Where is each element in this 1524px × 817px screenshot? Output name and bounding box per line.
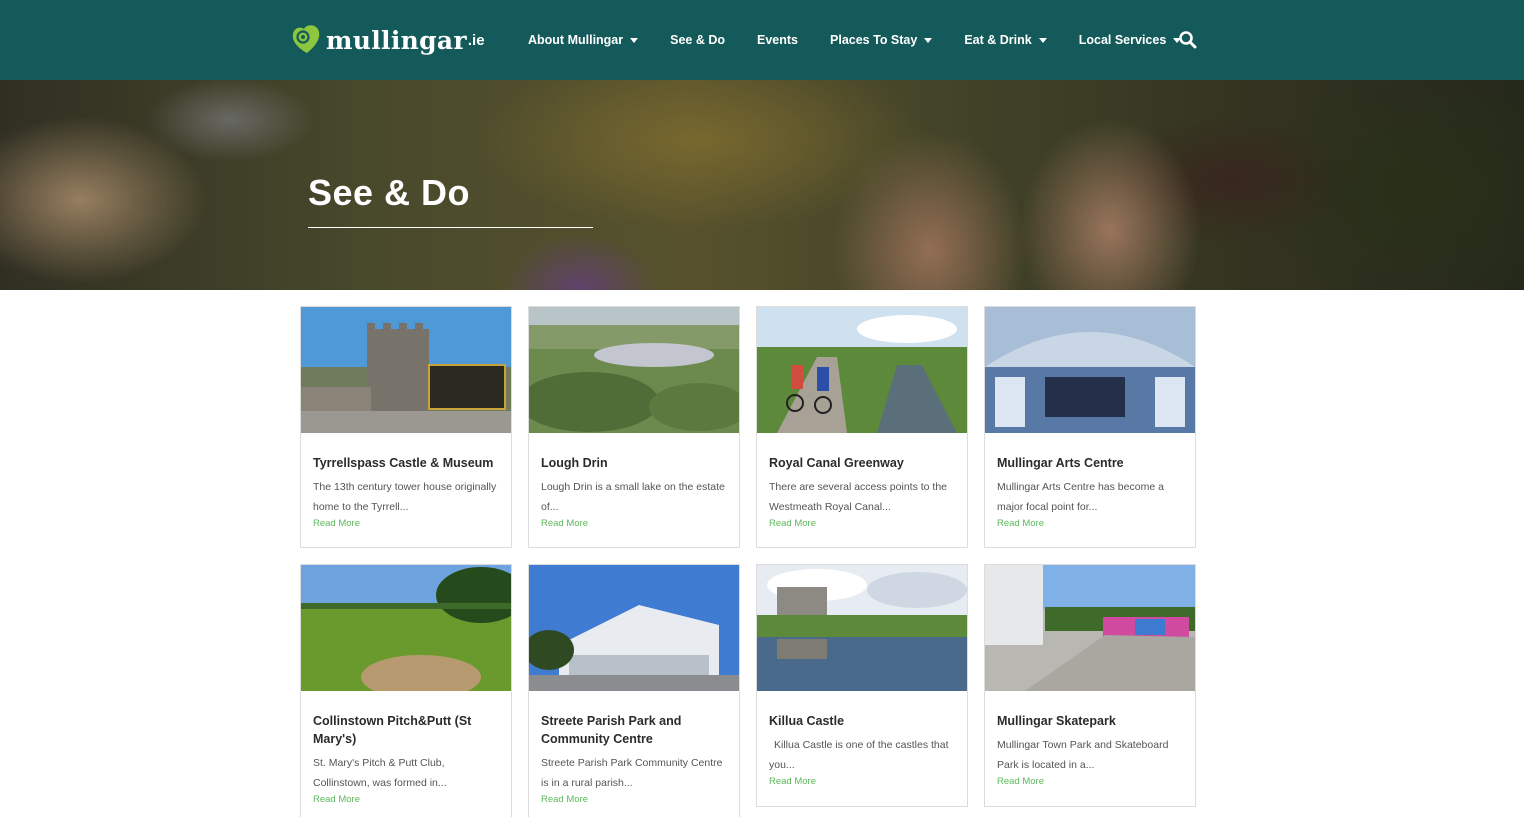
card-image-killua-castle[interactable] (757, 565, 967, 691)
card-title[interactable]: Killua Castle (769, 712, 955, 730)
nav-item-eat-and-drink[interactable]: Eat & Drink (964, 33, 1047, 47)
card-description: Streete Parish Park Community Centre is … (541, 757, 723, 789)
nav-item-places-to-stay[interactable]: Places To Stay (830, 33, 933, 47)
arts-centre-photo (985, 307, 1195, 433)
card-image-pitch-putt[interactable] (301, 565, 511, 691)
card-description: Killua Castle is one of the castles that… (769, 739, 949, 771)
title-underline (308, 227, 593, 228)
card-image-skatepark[interactable] (985, 565, 1195, 691)
caret-down-icon (924, 37, 933, 43)
read-more-link[interactable]: Read More (769, 776, 955, 787)
read-more-link[interactable]: Read More (313, 794, 499, 805)
attraction-card-royal-canal[interactable]: Royal Canal Greenway There are several a… (756, 306, 968, 548)
card-description: The 13th century tower house originally … (313, 481, 497, 513)
pitch-putt-photo (301, 565, 511, 691)
community-centre-photo (529, 565, 739, 691)
search-icon[interactable] (1178, 30, 1198, 50)
card-image-greenway[interactable] (757, 307, 967, 433)
read-more-link[interactable]: Read More (541, 794, 727, 805)
card-description: Lough Drin is a small lake on the estate… (541, 481, 725, 513)
read-more-link[interactable]: Read More (997, 518, 1183, 529)
card-title[interactable]: Lough Drin (541, 454, 727, 472)
logo-text: mullingar (326, 25, 467, 55)
nav-item-see-and-do[interactable]: See & Do (670, 33, 725, 47)
attraction-card-arts-centre[interactable]: Mullingar Arts Centre Mullingar Arts Cen… (984, 306, 1196, 548)
nav-item-label: See & Do (670, 33, 726, 47)
nav-item-local-services[interactable]: Local Services (1079, 33, 1182, 47)
card-image-community-centre[interactable] (529, 565, 739, 691)
caret-down-icon (630, 37, 639, 43)
read-more-link[interactable]: Read More (541, 518, 727, 529)
logo-tld: .ie (467, 31, 485, 49)
attraction-card-streete[interactable]: Streete Parish Park and Community Centre… (528, 564, 740, 817)
nav-item-label: About Mullingar (528, 33, 624, 47)
card-title[interactable]: Royal Canal Greenway (769, 454, 955, 472)
site-header: mullingar .ie About Mullingar See & Do E… (0, 0, 1524, 80)
attraction-card-skatepark[interactable]: Mullingar Skatepark Mullingar Town Park … (984, 564, 1196, 807)
attraction-card-tyrrellspass[interactable]: Tyrrellspass Castle & Museum The 13th ce… (300, 306, 512, 548)
hero-banner: See & Do (0, 80, 1524, 290)
card-description: There are several access points to the W… (769, 481, 948, 513)
nav-item-events[interactable]: Events (757, 33, 798, 47)
attraction-card-collinstown[interactable]: Collinstown Pitch&Putt (St Mary's) St. M… (300, 564, 512, 817)
caret-down-icon (1038, 37, 1047, 43)
hero-overlay (0, 80, 1524, 290)
page-title: See & Do (308, 172, 471, 213)
card-title[interactable]: Tyrrellspass Castle & Museum (313, 454, 499, 472)
card-title[interactable]: Streete Parish Park and Community Centre (541, 712, 727, 748)
attraction-card-lough-drin[interactable]: Lough Drin Lough Drin is a small lake on… (528, 306, 740, 548)
card-description: Mullingar Arts Centre has become a major… (997, 481, 1164, 513)
nav-item-label: Local Services (1078, 33, 1167, 47)
read-more-link[interactable]: Read More (313, 518, 499, 529)
nav-item-label: Events (757, 33, 799, 47)
attraction-card-killua[interactable]: Killua Castle Killua Castle is one of th… (756, 564, 968, 807)
nav-item-label: Eat & Drink (964, 33, 1032, 47)
logo-swirl-icon (292, 25, 320, 53)
card-image-arts-centre[interactable] (985, 307, 1195, 433)
card-image-castle[interactable] (301, 307, 511, 433)
main-nav: About Mullingar See & Do Events Places T… (528, 30, 1182, 50)
skatepark-photo (985, 565, 1195, 691)
read-more-link[interactable]: Read More (769, 518, 955, 529)
card-description: Mullingar Town Park and Skateboard Park … (997, 739, 1169, 771)
nav-item-about-mullingar[interactable]: About Mullingar (528, 33, 639, 47)
card-image-lake[interactable] (529, 307, 739, 433)
killua-castle-photo (757, 565, 967, 691)
card-title[interactable]: Mullingar Arts Centre (997, 454, 1183, 472)
card-description: St. Mary's Pitch & Putt Club, Collinstow… (313, 757, 447, 789)
site-logo[interactable]: mullingar .ie (290, 18, 490, 62)
card-title[interactable]: Mullingar Skatepark (997, 712, 1183, 730)
card-title[interactable]: Collinstown Pitch&Putt (St Mary's) (313, 712, 499, 748)
greenway-photo (757, 307, 967, 433)
nav-item-label: Places To Stay (830, 33, 918, 47)
read-more-link[interactable]: Read More (997, 776, 1183, 787)
castle-photo (301, 307, 511, 433)
lake-photo (529, 307, 739, 433)
